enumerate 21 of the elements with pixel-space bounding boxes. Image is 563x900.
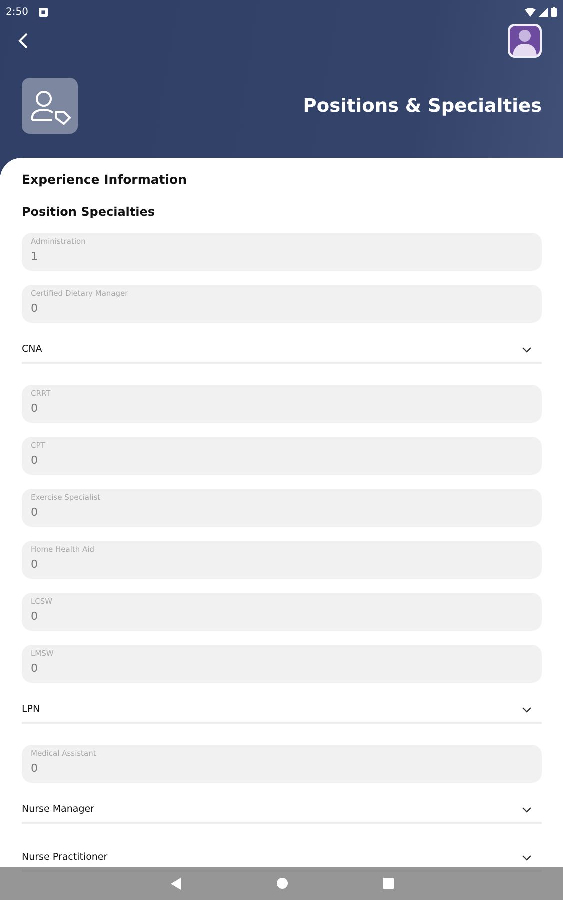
dropdown[interactable]: Nurse Manager	[22, 797, 542, 824]
signal-icon	[539, 8, 548, 16]
chevron-icon	[522, 346, 532, 352]
section-title: Experience Information	[22, 172, 188, 189]
back-nav-button[interactable]	[170, 878, 182, 890]
back-icon	[18, 32, 30, 50]
user-tag-icon	[22, 78, 78, 134]
page-title: Positions & Specialties	[303, 96, 542, 116]
chevron-icon	[522, 806, 532, 812]
chevron-icon	[522, 854, 532, 860]
status-time: 2:50	[6, 6, 28, 18]
battery-icon	[551, 7, 557, 17]
avatar-icon[interactable]	[508, 24, 542, 58]
wifi-icon	[525, 8, 536, 16]
home-nav-button[interactable]	[276, 878, 288, 889]
dropdown[interactable]: LPN	[22, 697, 542, 724]
notification-icon	[39, 8, 48, 16]
subsection-title: Position Specialties	[22, 205, 156, 221]
chevron-icon	[522, 706, 532, 712]
recents-nav-button[interactable]	[382, 878, 394, 889]
dropdown[interactable]: CNA	[22, 337, 542, 364]
